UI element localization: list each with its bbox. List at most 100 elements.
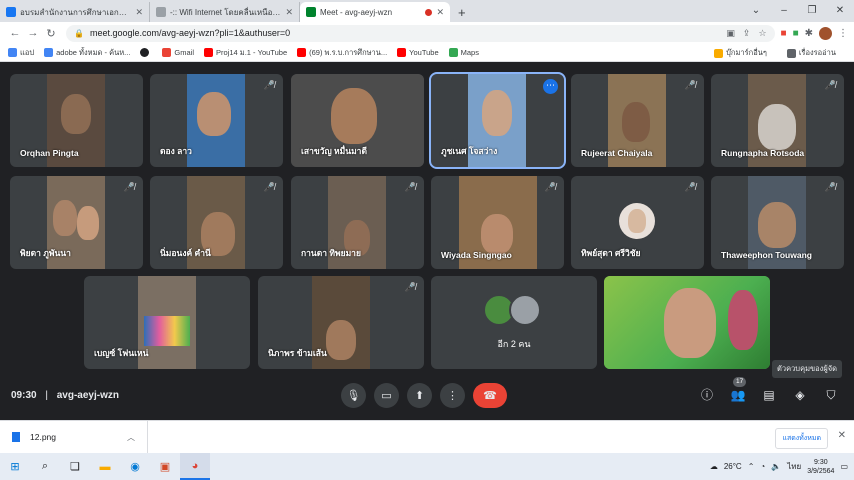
- close-icon[interactable]: ✕: [838, 430, 846, 441]
- microphone-button[interactable]: 🎙: [341, 382, 366, 408]
- task-view-icon: ❏: [70, 461, 80, 473]
- download-item[interactable]: 12.png ︿: [0, 420, 148, 454]
- present-button[interactable]: ⬆: [407, 382, 432, 408]
- meeting-code: avg-aeyj-wzn: [56, 389, 119, 401]
- participant-tile[interactable]: 🎤̸ Rujeerat Chaiyala: [571, 74, 704, 167]
- taskbar-powerpoint[interactable]: ▣: [150, 453, 180, 480]
- people-button[interactable]: 17 👥: [729, 377, 747, 404]
- bookmark-github[interactable]: [140, 48, 152, 57]
- start-button[interactable]: ⊞: [0, 453, 30, 480]
- leave-call-button[interactable]: ☎: [473, 382, 507, 408]
- bookmark-law[interactable]: (69) พ.ร.บ.การศึกษาน...: [297, 47, 387, 59]
- bookmark-gmail[interactable]: Gmail: [162, 48, 194, 57]
- extension-icon[interactable]: ■: [781, 28, 787, 39]
- show-all-downloads-button[interactable]: แสดงทั้งหมด: [775, 428, 828, 449]
- new-tab-button[interactable]: +: [450, 2, 474, 22]
- info-icon: ⓘ: [700, 388, 713, 402]
- puzzle-icon[interactable]: ✱: [805, 28, 813, 39]
- close-tab-icon[interactable]: ✕: [436, 7, 444, 18]
- taskbar-explorer[interactable]: ▬: [90, 453, 120, 480]
- windows-taskbar: ⊞ ⌕ ❏ ▬ ◉ ▣ ◕ ☁ 26°C ⌃ ◔ 🔈 ไทย 9:30 3/9/…: [0, 453, 854, 480]
- participant-tile[interactable]: 🎤̸ นิ่มอนงค์ คำนี: [150, 176, 283, 269]
- participant-tile[interactable]: เสาขวัญ หมื่นมาดี: [291, 74, 424, 167]
- tab-search-icon[interactable]: ⌄: [742, 5, 770, 16]
- more-options-icon[interactable]: ⋯: [543, 79, 558, 94]
- others-tile[interactable]: อีก 2 คน: [431, 276, 597, 369]
- notification-icon[interactable]: ▭: [840, 462, 848, 471]
- network-icon[interactable]: ◔: [760, 462, 765, 471]
- browser-tab-1[interactable]: อบรมสำนักงานการศึกษาเอกชน จังหวัดแม่ฮ่อง…: [0, 2, 150, 22]
- address-bar[interactable]: 🔒 meet.google.com/avg-aeyj-wzn?pli=1&aut…: [66, 24, 775, 42]
- participant-tile[interactable]: 🎤̸ Wiyada Singngao: [431, 176, 564, 269]
- microphone-icon: 🎙: [346, 389, 361, 402]
- reading-list-icon: [786, 48, 796, 58]
- bookmark-reading-list[interactable]: เรื่องรออ่าน: [786, 47, 836, 59]
- close-tab-icon[interactable]: ✕: [285, 7, 293, 18]
- bookmark-apps[interactable]: แอป: [8, 47, 34, 59]
- participant-tile[interactable]: 🎤̸ พิยดา ภูพันนา: [10, 176, 143, 269]
- share-icon[interactable]: ⇪: [743, 28, 751, 39]
- bookmark-maps[interactable]: Maps: [448, 48, 479, 57]
- avatar[interactable]: [819, 26, 832, 40]
- mic-off-icon: 🎤̸: [404, 282, 416, 292]
- volume-icon[interactable]: 🔈: [771, 462, 781, 471]
- bookmark-google[interactable]: adobe ทั้งหมด - ค้นห...: [44, 47, 130, 59]
- bookmark-label: Gmail: [174, 48, 195, 57]
- browser-tab-meet[interactable]: Meet - avg-aeyj-wzn ✕: [300, 2, 450, 22]
- camera-button[interactable]: ▭: [374, 382, 399, 408]
- chevron-up-icon[interactable]: ︿: [127, 432, 135, 443]
- bookmark-label: บุ๊กมาร์กอื่นๆ: [726, 48, 767, 57]
- presenter-tile[interactable]: [604, 276, 770, 369]
- reload-icon[interactable]: ↻: [42, 27, 60, 40]
- back-icon[interactable]: ←: [6, 27, 24, 39]
- more-options-button[interactable]: ⋮: [440, 382, 465, 408]
- maximize-icon[interactable]: ❐: [798, 5, 826, 16]
- lang-indicator[interactable]: ไทย: [787, 460, 801, 473]
- browser-tab-2[interactable]: -:: Wifi Internet โดยคลื่นเหนือแผนผัง ✕: [150, 2, 300, 22]
- lock-icon[interactable]: 🔒: [74, 29, 84, 38]
- close-window-icon[interactable]: ✕: [826, 5, 854, 16]
- forward-icon[interactable]: →: [24, 27, 42, 39]
- clock[interactable]: 9:30 3/9/2564: [807, 458, 834, 476]
- camera-icon[interactable]: ▣: [726, 28, 735, 39]
- participant-tile[interactable]: 🎤̸ กานดา ทิพยมาย: [291, 176, 424, 269]
- search-button[interactable]: ⌕: [30, 453, 60, 480]
- participant-tile[interactable]: 🎤̸ Thaweephon Touwang: [711, 176, 844, 269]
- tray-chevron-icon[interactable]: ⌃: [748, 462, 755, 471]
- meeting-info: 09:30 | avg-aeyj-wzn: [11, 390, 119, 401]
- bookmark-other[interactable]: บุ๊กมาร์กอื่นๆ: [714, 47, 767, 59]
- participant-tile[interactable]: 🎤̸ นิภาพร ข้ามเส้น: [258, 276, 424, 369]
- participant-tile[interactable]: 🎤̸ ทิพย์สุดา ศรีวิชัย: [571, 176, 704, 269]
- participant-tile[interactable]: Orqhan Pingta: [10, 74, 143, 167]
- bookmark-youtube[interactable]: YouTube: [397, 48, 439, 57]
- chat-button[interactable]: ▤: [760, 386, 778, 404]
- meeting-details-button[interactable]: ⓘ: [698, 386, 716, 404]
- taskbar-edge[interactable]: ◉: [120, 453, 150, 480]
- participant-tile[interactable]: 🎤̸ ดอง ลาว: [150, 74, 283, 167]
- youtube-icon: [397, 48, 407, 57]
- participant-name: ทิพย์สุดา ศรีวิชัย: [581, 248, 641, 258]
- meet-grid: Orqhan Pingta 🎤̸ ดอง ลาว เสาขวัญ หมื่นมา…: [0, 63, 854, 420]
- search-icon: ⌕: [41, 460, 49, 472]
- participant-tile[interactable]: 🎤̸ Rungnapha Rotsoda: [711, 74, 844, 167]
- minimize-icon[interactable]: –: [770, 5, 798, 16]
- taskbar-chrome[interactable]: ◕: [180, 453, 210, 480]
- activities-button[interactable]: ◈: [791, 386, 809, 404]
- bookmark-proj14[interactable]: Proj14 ม.1 - YouTube: [204, 47, 287, 59]
- youtube-icon: [204, 48, 214, 57]
- host-controls-button[interactable]: ⛉: [822, 386, 840, 404]
- menu-icon[interactable]: ⋮: [838, 28, 848, 39]
- participant-tile[interactable]: เบญซ์ โฟนเหน่: [84, 276, 250, 369]
- mic-off-icon: 🎤̸: [263, 182, 275, 192]
- bookmark-label: เรื่องรออ่าน: [798, 48, 836, 57]
- bookmark-star-icon[interactable]: ☆: [758, 28, 766, 39]
- task-view-button[interactable]: ❏: [60, 453, 90, 480]
- hang-up-icon: ☎: [483, 389, 497, 402]
- system-tray: ☁ 26°C ⌃ ◔ 🔈 ไทย 9:30 3/9/2564 ▭: [710, 453, 848, 480]
- weather-temp[interactable]: 26°C: [724, 462, 742, 471]
- mic-off-icon: 🎤̸: [824, 182, 836, 192]
- participant-tile-active[interactable]: ⋯ ภูชเนศ โจสว่าง: [429, 72, 566, 169]
- meeting-toolbar: 09:30 | avg-aeyj-wzn 🎙 ▭ ⬆ ⋮ ☎ ⓘ 17 👥 ▤ ◈…: [0, 373, 854, 417]
- extension-icon[interactable]: ■: [793, 28, 799, 39]
- close-tab-icon[interactable]: ✕: [135, 7, 143, 18]
